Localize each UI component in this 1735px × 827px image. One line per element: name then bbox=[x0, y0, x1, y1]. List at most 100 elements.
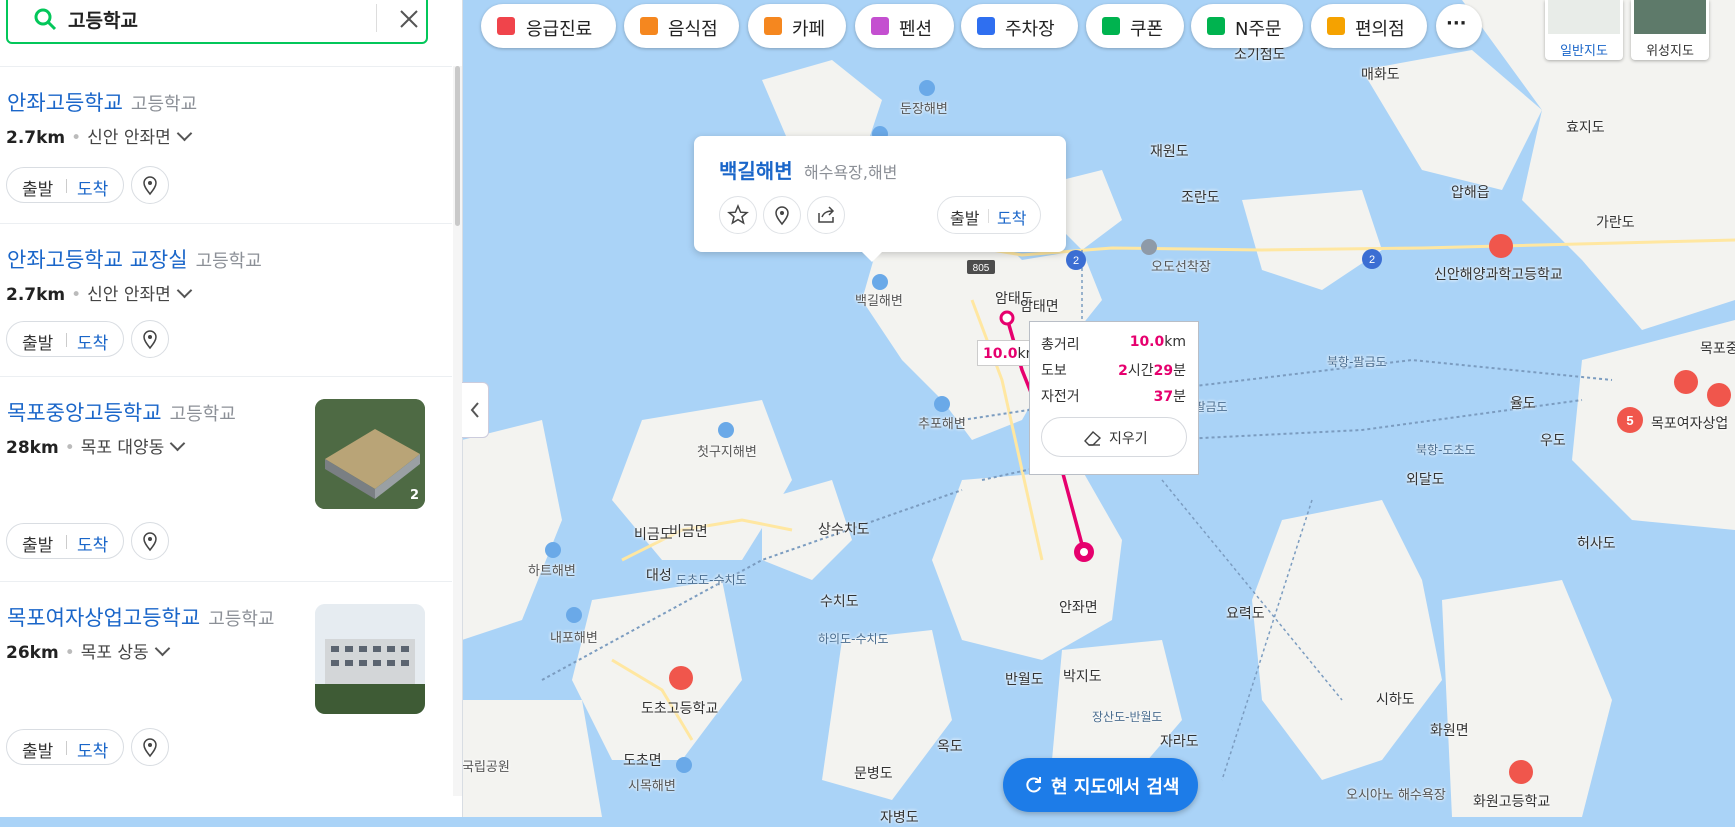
bed-icon bbox=[871, 17, 889, 35]
location-pin-icon bbox=[143, 738, 157, 758]
start-button[interactable]: 출발 bbox=[22, 175, 53, 200]
popup-start-button[interactable]: 출발 bbox=[950, 205, 979, 229]
chevron-left-icon bbox=[470, 402, 479, 418]
map-label: 신안해양과학고등학교 bbox=[1434, 267, 1563, 283]
chevron-down-icon[interactable] bbox=[154, 640, 170, 657]
map-label: 목포여자상업 bbox=[1651, 416, 1729, 432]
result-item[interactable]: 목포여자상업고등학교 고등학교 26km • 목포 상동 출발 도착 bbox=[0, 581, 452, 788]
pin-button[interactable] bbox=[131, 728, 169, 766]
map-label: 비금면 bbox=[669, 524, 708, 540]
result-category: 고등학교 bbox=[208, 609, 275, 630]
route-pill: 출발 도착 bbox=[6, 167, 124, 203]
search-results-panel: 고등학교 안좌고등학교 고등학교 2.7km • 신안 안좌면 출발 도착 안좌고등학교… bbox=[0, 0, 463, 817]
distance-tag: 10.0km bbox=[977, 340, 1037, 366]
chevron-down-icon[interactable] bbox=[176, 282, 193, 299]
route-pill: 출발 도착 bbox=[6, 321, 124, 357]
chip-parking[interactable]: 주차장 bbox=[961, 4, 1078, 48]
search-this-area-label: 현 지도에서 검색 bbox=[1051, 777, 1180, 798]
school-aerial-photo bbox=[315, 399, 425, 509]
arrive-button[interactable]: 도착 bbox=[77, 737, 108, 762]
result-name[interactable]: 목포중앙고등학교 bbox=[7, 401, 162, 425]
chevron-down-icon[interactable] bbox=[170, 435, 186, 452]
chip-label: 주차장 bbox=[1005, 19, 1055, 40]
map-label: 재원도 bbox=[1150, 144, 1189, 160]
popup-arrive-button[interactable]: 도착 bbox=[997, 205, 1026, 229]
result-name[interactable]: 목포여자상업고등학교 bbox=[7, 606, 200, 630]
result-item[interactable]: 안좌고등학교 교장실 고등학교 2.7km • 신안 안좌면 출발 도착 bbox=[0, 223, 452, 377]
maptype-label: 위성지도 bbox=[1646, 44, 1694, 59]
erase-button[interactable]: 지우기 bbox=[1041, 417, 1187, 457]
map-label: 조란도 bbox=[1181, 190, 1220, 206]
popup-place-name[interactable]: 백길해변 bbox=[719, 155, 793, 184]
result-photo[interactable]: 2 bbox=[315, 399, 425, 509]
map-label: 추포해변 bbox=[918, 417, 966, 432]
result-address[interactable]: 목포 대양동 bbox=[81, 438, 165, 458]
chip-label: 음식점 bbox=[668, 19, 718, 40]
chip-store[interactable]: 편의점 bbox=[1311, 4, 1427, 48]
search-this-area-button[interactable]: 현 지도에서 검색 bbox=[1003, 758, 1198, 812]
map-label: 도초도-수치도 bbox=[676, 573, 747, 587]
popup-pin-button[interactable] bbox=[763, 196, 801, 234]
pin-button[interactable] bbox=[131, 522, 169, 560]
clear-search-icon[interactable] bbox=[394, 4, 424, 34]
result-name[interactable]: 안좌고등학교 bbox=[7, 91, 123, 115]
map-label: 반월도 bbox=[1005, 672, 1044, 688]
bike-row: 자전거 37분 bbox=[1041, 386, 1186, 406]
tag-value: 10.0 bbox=[983, 346, 1018, 362]
map-label: 대성 bbox=[646, 568, 672, 584]
refresh-icon bbox=[1026, 777, 1041, 793]
store-icon bbox=[1327, 17, 1345, 35]
result-photo[interactable] bbox=[315, 604, 425, 714]
chip-restaurant[interactable]: 음식점 bbox=[624, 4, 739, 48]
erase-label: 지우기 bbox=[1109, 431, 1148, 447]
svg-text:805: 805 bbox=[973, 263, 990, 274]
map-label: 요력도 bbox=[1226, 606, 1265, 622]
chip-label: 쿠폰 bbox=[1130, 19, 1164, 40]
chip-emergency[interactable]: 응급진료 bbox=[481, 4, 616, 48]
start-button[interactable]: 출발 bbox=[22, 737, 53, 762]
arrive-button[interactable]: 도착 bbox=[77, 531, 108, 556]
map-label: 도초고등학교 bbox=[641, 701, 719, 717]
result-name[interactable]: 안좌고등학교 교장실 bbox=[7, 248, 188, 272]
route-separator bbox=[66, 741, 67, 755]
chip-cafe[interactable]: 카페 bbox=[748, 4, 846, 48]
pin-button[interactable] bbox=[131, 320, 169, 358]
arrive-button[interactable]: 도착 bbox=[77, 175, 108, 200]
more-icon: ··· bbox=[1446, 13, 1467, 34]
result-item[interactable]: 안좌고등학교 고등학교 2.7km • 신안 안좌면 출발 도착 bbox=[0, 66, 452, 224]
map-label: 외달도 bbox=[1406, 472, 1445, 488]
total-label: 총거리 bbox=[1041, 337, 1080, 353]
maptype-normal[interactable]: 일반지도 bbox=[1545, 0, 1623, 60]
start-button[interactable]: 출발 bbox=[22, 531, 53, 556]
normal-map-thumb bbox=[1548, 0, 1620, 34]
chip-coupon[interactable]: 쿠폰 bbox=[1086, 4, 1184, 48]
meta-separator: • bbox=[71, 128, 82, 148]
share-button[interactable] bbox=[807, 196, 845, 234]
result-address[interactable]: 신안 안좌면 bbox=[87, 285, 171, 305]
map-label: 안좌면 bbox=[1059, 600, 1098, 616]
maptype-satellite[interactable]: 위성지도 bbox=[1631, 0, 1709, 60]
result-distance: 2.7km bbox=[6, 128, 66, 148]
scrollbar-thumb[interactable] bbox=[455, 66, 460, 226]
map-label: 하의도-수치도 bbox=[818, 632, 889, 646]
map-label: 효지도 bbox=[1566, 120, 1605, 136]
arrive-button[interactable]: 도착 bbox=[77, 329, 108, 354]
map-label: 둔장해변 bbox=[900, 102, 948, 117]
location-pin-icon bbox=[143, 532, 157, 552]
result-address[interactable]: 신안 안좌면 bbox=[87, 128, 171, 148]
save-star-button[interactable] bbox=[719, 196, 757, 234]
walk-hours-unit: 시간 bbox=[1127, 363, 1154, 379]
search-box[interactable]: 고등학교 bbox=[6, 0, 428, 44]
chip-pension[interactable]: 펜션 bbox=[855, 4, 954, 48]
search-input[interactable]: 고등학교 bbox=[68, 6, 138, 33]
pin-button[interactable] bbox=[131, 166, 169, 204]
meta-separator: • bbox=[64, 438, 75, 458]
result-address[interactable]: 목포 상동 bbox=[81, 643, 149, 663]
result-item[interactable]: 목포중앙고등학교 고등학교 28km • 목포 대양동 2 출발 도착 bbox=[0, 376, 452, 582]
collapse-panel-button[interactable] bbox=[462, 382, 489, 438]
eraser-icon bbox=[1084, 431, 1102, 446]
start-button[interactable]: 출발 bbox=[22, 329, 53, 354]
more-chips-button[interactable]: ··· bbox=[1436, 4, 1482, 48]
chevron-down-icon[interactable] bbox=[176, 125, 193, 142]
chip-order[interactable]: N주문 bbox=[1191, 4, 1303, 48]
